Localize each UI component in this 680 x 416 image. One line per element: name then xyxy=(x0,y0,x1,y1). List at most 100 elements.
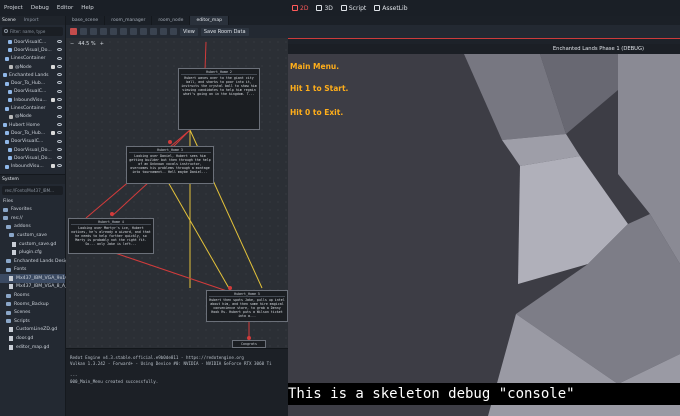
main-screen-assetlib[interactable]: AssetLib xyxy=(374,5,408,12)
visibility-eye-icon[interactable] xyxy=(57,114,62,118)
visibility-eye-icon[interactable] xyxy=(57,131,62,135)
filesystem-folder[interactable]: Enchanted Lands Desig... xyxy=(0,257,72,266)
zoom-out-button[interactable]: − xyxy=(70,41,74,47)
view-menu-button[interactable]: View xyxy=(180,27,198,36)
filesystem-file[interactable]: plugin.cfg xyxy=(0,248,65,257)
scene-tree: DoorVisualC... DoorVisual_Do... LinesConta… xyxy=(0,38,65,171)
scene-tree-node[interactable]: Door_To_Hub... xyxy=(0,129,65,137)
menu-project[interactable]: Project xyxy=(0,5,27,11)
scene-tree-node[interactable]: LinesContainer xyxy=(0,104,65,112)
scale-tool-icon[interactable] xyxy=(100,28,107,35)
script-attached-icon[interactable] xyxy=(51,64,55,69)
filesystem-folder[interactable]: res:// xyxy=(0,214,65,223)
filesystem-folder[interactable]: Rooms xyxy=(0,291,65,300)
script-attached-icon[interactable] xyxy=(51,164,55,169)
filesystem-folder[interactable]: addons xyxy=(0,223,65,232)
scene-tree-node[interactable]: Enchanted Lands xyxy=(0,71,65,79)
visibility-eye-icon[interactable] xyxy=(57,106,62,110)
scene-tree-node[interactable]: @Node xyxy=(0,63,65,71)
main-screen-script[interactable]: Script xyxy=(340,5,366,12)
zoom-level[interactable]: 44.5 % xyxy=(78,41,95,47)
visibility-eye-icon[interactable] xyxy=(57,81,62,85)
save-room-data-button[interactable]: Save Room Data xyxy=(200,27,249,36)
visibility-eye-icon[interactable] xyxy=(57,139,62,143)
rotate-tool-icon[interactable] xyxy=(90,28,97,35)
scene-tree-node[interactable]: DoorVisual_Do... xyxy=(0,146,65,154)
visibility-eye-icon[interactable] xyxy=(57,56,62,60)
tab-editor-map[interactable]: editor_map xyxy=(190,16,229,25)
ruler-tool-icon[interactable] xyxy=(130,28,137,35)
scene-tree-node[interactable]: InboundVisu... xyxy=(0,96,65,104)
file-icon xyxy=(9,336,13,342)
filesystem-folder[interactable]: custom_save xyxy=(0,231,65,240)
scene-tree-node[interactable]: DoorVisualC... xyxy=(0,38,65,46)
tab-import[interactable]: Import xyxy=(24,18,39,23)
visibility-eye-icon[interactable] xyxy=(57,89,62,93)
filesystem-folder[interactable]: Rooms_Backup xyxy=(0,300,65,309)
graph-node[interactable]: Hubert_Home 5 Hubert then spots Jake, pu… xyxy=(206,290,288,322)
game-window[interactable]: Main Menu. Hit 1 to Start. Hit 0 to Exit… xyxy=(288,54,680,416)
graph-node[interactable]: Hubert_Home 3 Looking over Daniel, Huber… xyxy=(126,146,214,184)
main-screen-3d[interactable]: 3D xyxy=(316,5,333,12)
scene-tree-node[interactable]: Door_To_Hub... xyxy=(0,79,65,87)
graph-node[interactable]: Congrats xyxy=(232,340,266,348)
scene-tree-node[interactable]: DoorVisualC... xyxy=(0,138,65,146)
visibility-eye-icon[interactable] xyxy=(57,122,62,126)
move-tool-icon[interactable] xyxy=(80,28,87,35)
graph-node[interactable]: Hubert_Home 4 Looking over Martyr's ice,… xyxy=(68,218,154,254)
filesystem-file[interactable]: door.gd xyxy=(0,334,65,343)
pan-tool-icon[interactable] xyxy=(120,28,127,35)
filesystem-file[interactable]: Mx437_IBM_VGA_9x16... xyxy=(0,274,73,283)
filesystem-file[interactable]: Mx437_IBM_VGA_8_A_7... xyxy=(0,283,75,292)
filesystem-folder[interactable]: Scenes xyxy=(0,308,65,317)
lock-icon[interactable] xyxy=(150,28,157,35)
scene-tree-node[interactable]: DoorVisual_Do... xyxy=(0,154,65,162)
visibility-eye-icon[interactable] xyxy=(57,98,62,102)
scene-tree-node[interactable]: InboundVisu... xyxy=(0,162,65,170)
snap-icon[interactable] xyxy=(140,28,147,35)
node-type-icon xyxy=(8,48,12,53)
filesystem-folder[interactable]: Fonts xyxy=(0,266,65,275)
filesystem-entry-label: CustomLineZD.gd xyxy=(16,327,58,333)
game-window-titlebar[interactable]: Enchanted Lands Phase 1 (DEBUG) xyxy=(288,44,680,54)
menu-help[interactable]: Help xyxy=(77,5,98,11)
menu-editor[interactable]: Editor xyxy=(53,5,77,11)
graph-node[interactable]: Hubert_Home 2 Hubert waves over to the g… xyxy=(178,68,260,130)
visibility-eye-icon[interactable] xyxy=(57,64,62,68)
zoom-in-button[interactable]: + xyxy=(100,41,104,47)
scene-filter-input[interactable]: Filter: name, type xyxy=(2,27,63,36)
filesystem-file[interactable]: editor_map.gd xyxy=(0,343,65,352)
filesystem-folder[interactable]: Scripts xyxy=(0,317,65,326)
filesystem-file[interactable]: CustomLineZD.gd xyxy=(0,326,65,335)
list-tool-icon[interactable] xyxy=(110,28,117,35)
tab-filesystem[interactable]: System xyxy=(2,177,19,182)
2d-icon xyxy=(292,5,298,11)
main-screen-2d[interactable]: 2D xyxy=(292,5,308,12)
editor-map-viewport[interactable]: − 44.5 % + Hubert_Home 2 Hubert waves ov… xyxy=(66,38,288,348)
filesystem-path[interactable]: res://Fonts/Mx437_IBM... xyxy=(2,185,63,195)
tab-scene[interactable]: Scene xyxy=(2,18,16,23)
scene-tree-node[interactable]: LinesContainer xyxy=(0,55,65,63)
tab-room-node[interactable]: room_node xyxy=(152,16,191,25)
scene-tree-node[interactable]: Hubert Home xyxy=(0,121,65,129)
script-attached-icon[interactable] xyxy=(51,131,55,136)
filesystem-file[interactable]: custom_save.gd xyxy=(0,240,65,249)
group-icon[interactable] xyxy=(160,28,167,35)
script-attached-icon[interactable] xyxy=(51,98,55,103)
skeleton-icon[interactable] xyxy=(170,28,177,35)
visibility-eye-icon[interactable] xyxy=(57,156,62,160)
visibility-eye-icon[interactable] xyxy=(57,164,62,168)
tab-room-manager[interactable]: room_manager xyxy=(105,16,153,25)
filesystem-folder[interactable]: Favorites xyxy=(0,205,65,214)
select-tool-icon[interactable] xyxy=(70,28,77,35)
filesystem-tree: Favorites res:// addons custom_save custom_s… xyxy=(0,205,75,352)
visibility-eye-icon[interactable] xyxy=(57,40,62,43)
scene-tree-node[interactable]: DoorVisualC... xyxy=(0,88,65,96)
visibility-eye-icon[interactable] xyxy=(57,48,62,52)
scene-tree-node[interactable]: DoorVisual_Do... xyxy=(0,46,65,54)
menu-debug[interactable]: Debug xyxy=(27,5,53,11)
visibility-eye-icon[interactable] xyxy=(57,73,62,77)
scene-tree-node[interactable]: @Node xyxy=(0,113,65,121)
tab-base-scene[interactable]: base_scene xyxy=(66,16,106,25)
visibility-eye-icon[interactable] xyxy=(57,147,62,151)
